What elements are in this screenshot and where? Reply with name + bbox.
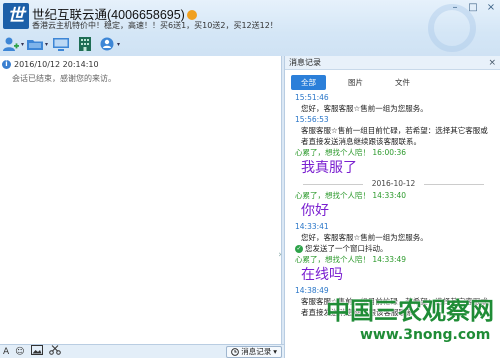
history-title: 消息记录 bbox=[289, 58, 321, 67]
message-text: 我真服了 bbox=[301, 160, 357, 176]
building-icon bbox=[79, 37, 91, 51]
window-header: 世 世纪互联云通(4006658695) 香港云主机特价中！稳定，高速！！买6送… bbox=[0, 0, 500, 56]
sender-name: 心累了，想找个人陪！ bbox=[295, 255, 370, 264]
message-time: 16:00:36 bbox=[372, 148, 407, 157]
history-header: 消息记录 × bbox=[285, 56, 500, 70]
history-label: 消息记录 bbox=[241, 347, 272, 356]
info-icon: i bbox=[2, 60, 11, 69]
collapse-arrow-icon[interactable]: › bbox=[276, 246, 284, 264]
user-status-icon bbox=[100, 37, 114, 51]
screenshot-button[interactable] bbox=[30, 344, 43, 358]
notice-text: 您发送了一个窗口抖动。 bbox=[305, 244, 388, 253]
message-sender-line: 心累了，想找个人陪！ 14:33:40 bbox=[295, 190, 492, 201]
shake-notice: ✓ 您发送了一个窗口抖动。 bbox=[295, 243, 492, 254]
message-text: 在线吗 bbox=[301, 267, 343, 283]
check-icon: ✓ bbox=[295, 244, 303, 253]
screen-icon bbox=[53, 38, 69, 51]
user-status-button[interactable]: ▾ bbox=[98, 34, 120, 54]
message-time: 15:51:46 bbox=[295, 93, 329, 102]
screen-button[interactable] bbox=[50, 34, 72, 54]
timestamp-text: 2016/10/12 20:14:10 bbox=[14, 60, 99, 69]
message-time: 15:56:53 bbox=[295, 115, 329, 124]
toolbar: ▾ ▾ ▾ bbox=[2, 34, 120, 54]
folder-icon bbox=[26, 40, 43, 50]
chevron-down-icon: ▾ bbox=[44, 40, 48, 48]
message-sender-line: 心累了，想找个人陪！ 14:33:49 bbox=[295, 254, 492, 265]
add-contact-icon bbox=[2, 37, 19, 51]
session-message: 会话已结束，感谢您的来访。 bbox=[12, 74, 116, 83]
input-toolbar: A ☺ 消息记录 ▾ bbox=[0, 344, 284, 358]
tab-files[interactable]: 文件 bbox=[385, 75, 420, 90]
message-time: 14:33:49 bbox=[372, 255, 407, 264]
header-subtitle: 香港云主机特价中！稳定，高速！！买6送1，买10送2，买12送12！ bbox=[32, 21, 278, 30]
message-sender-line: 心累了，想找个人陪！ 16:00:36 bbox=[295, 147, 492, 158]
add-contact-button[interactable]: ▾ bbox=[2, 34, 24, 54]
message-log: 15:51:46 您好，客服客服☆售前一组为您服务。 15:56:53 客服客服… bbox=[285, 90, 500, 318]
watermark-text: 中国三农观察网 bbox=[326, 297, 494, 325]
tab-images[interactable]: 图片 bbox=[338, 75, 373, 90]
watermark-url: www.3nong.com bbox=[360, 327, 491, 343]
chevron-down-icon: ▾ bbox=[116, 40, 120, 48]
message-text: 您好，客服客服☆售前一组为您服务。 bbox=[301, 104, 428, 113]
message-history-button[interactable]: 消息记录 ▾ bbox=[226, 346, 282, 358]
message-time: 14:33:41 bbox=[295, 222, 329, 231]
folder-button[interactable]: ▾ bbox=[26, 34, 48, 54]
chat-panel: i 2016/10/12 20:14:10 会话已结束，感谢您的来访。 › bbox=[0, 56, 282, 344]
building-button[interactable] bbox=[74, 34, 96, 54]
message-time: 14:33:40 bbox=[372, 191, 407, 200]
app-logo: 世 bbox=[3, 3, 29, 29]
scissors-icon bbox=[48, 344, 61, 355]
session-timestamp: i 2016/10/12 20:14:10 bbox=[2, 60, 99, 69]
tab-all[interactable]: 全部 bbox=[291, 74, 326, 90]
chevron-down-icon: ▾ bbox=[20, 40, 24, 48]
message-time: 14:38:49 bbox=[295, 286, 329, 295]
close-icon[interactable]: × bbox=[488, 58, 496, 68]
message-text: 您好，客服客服☆售前一组为您服务。 bbox=[301, 233, 428, 242]
sender-name: 心累了，想找个人陪！ bbox=[295, 148, 370, 157]
scissors-button[interactable] bbox=[48, 344, 61, 358]
history-tabs: 全部 图片 文件 bbox=[285, 74, 500, 90]
font-button[interactable]: A bbox=[3, 346, 9, 358]
image-icon bbox=[30, 344, 43, 355]
maximize-button[interactable]: □ bbox=[466, 2, 480, 14]
chevron-down-icon: ▾ bbox=[273, 347, 277, 356]
message-text: 客服客服☆售前一组目前忙碌，若希望：选择其它客服或者直接发送消息继续跟该客服联系… bbox=[301, 126, 488, 146]
message-text: 你好 bbox=[301, 203, 329, 219]
emoji-button[interactable]: ☺ bbox=[15, 346, 24, 358]
close-button[interactable]: × bbox=[484, 2, 498, 14]
window-controls: – □ × bbox=[448, 2, 498, 14]
minimize-button[interactable]: – bbox=[448, 2, 462, 14]
date-separator: 2016-10-12 bbox=[295, 178, 492, 190]
sender-name: 心累了，想找个人陪！ bbox=[295, 191, 370, 200]
verified-badge-icon bbox=[186, 9, 197, 20]
clock-icon bbox=[231, 348, 240, 356]
